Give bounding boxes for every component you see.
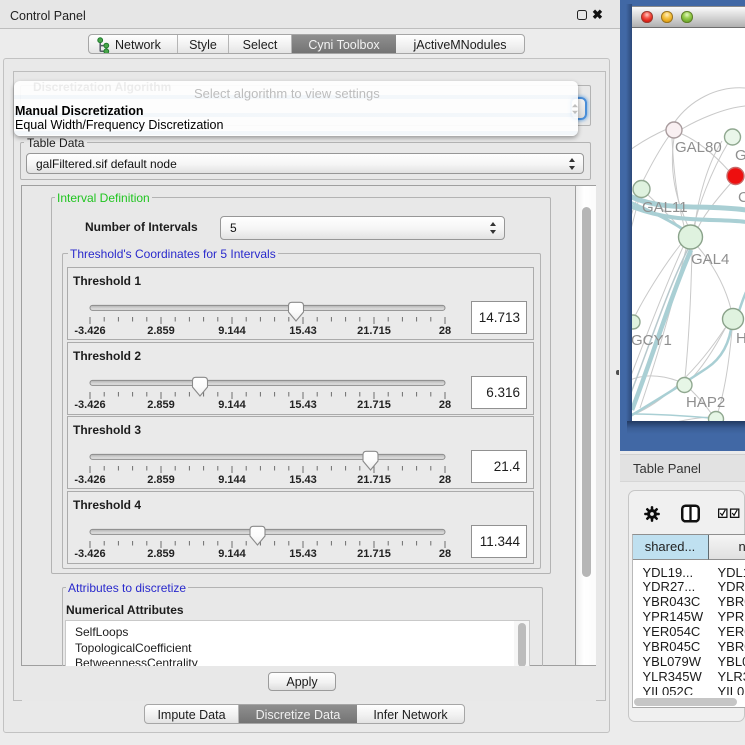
svg-text:GAL11: GAL11: [642, 199, 688, 216]
svg-text:HAP2: HAP2: [686, 394, 725, 411]
svg-text:GAL80: GAL80: [675, 139, 722, 156]
svg-text:GCY1: GCY1: [632, 332, 672, 349]
svg-text:GAL4: GAL4: [691, 251, 729, 268]
svg-text:H: H: [736, 330, 745, 347]
svg-text:GA: GA: [735, 147, 745, 164]
svg-text:C: C: [738, 189, 745, 206]
